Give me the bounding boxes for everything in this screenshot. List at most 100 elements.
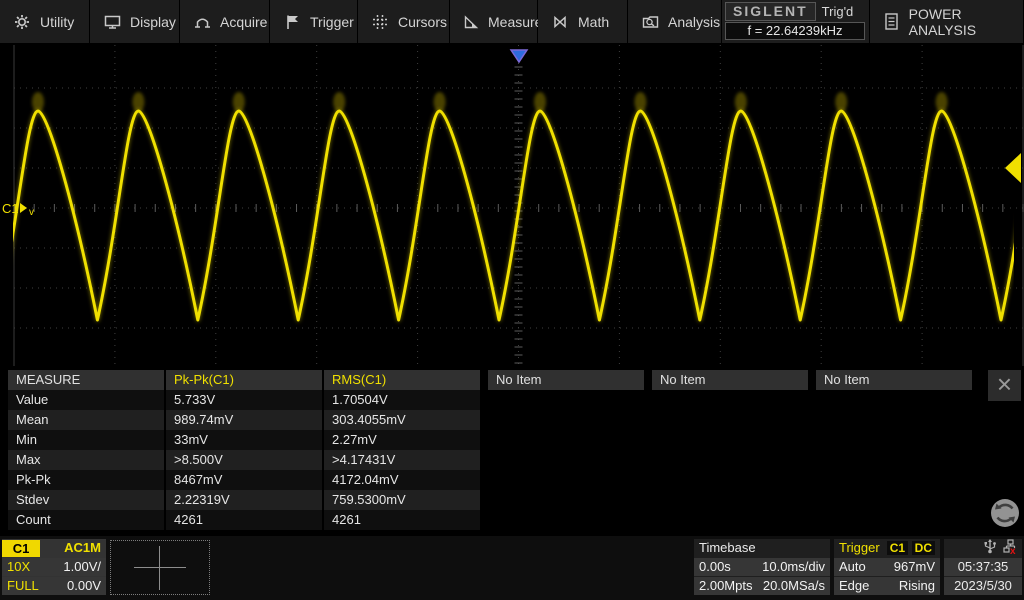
measure-header-cell[interactable]: Pk-Pk(C1) [166,370,322,390]
trigger-level: 967mV [893,559,935,574]
measure-row-mean: Mean 989.74mV 303.4055mV [0,410,1024,430]
crosshair-icon [134,567,186,568]
channel1-offset-sub-label: v [29,207,34,218]
bottom-status-bar: C1 AC1M 10X 1.00V/ FULL 0.00V Timebase 0… [0,536,1024,600]
measure-row-value: Value 5.733V 1.70504V [0,390,1024,410]
acquire-arch-icon [193,13,211,31]
measure-value-cell: 759.5300mV [324,490,480,510]
measure-value-cell: >4.17431V [324,450,480,470]
trigger-slope: Rising [898,578,935,593]
power-analysis-label: POWER ANALYSIS [908,5,977,38]
measure-row-label: Max [8,450,164,470]
measure-value-cell: 989.74mV [166,410,322,430]
lan-disconnected-icon: x [1003,539,1018,557]
measure-header-cell[interactable]: No Item [816,370,972,390]
menu-item-utility[interactable]: Utility [0,0,90,43]
menu-item-label: Analysis [668,13,721,30]
menu-item-label: Acquire [220,13,268,30]
siglent-logo: SIGLENT [725,2,816,21]
trigger-type: Edge [839,578,870,593]
channel1-bandwidth: FULL [7,578,39,593]
gear-icon [13,13,31,31]
trigger-coupling-badge: DC [911,541,935,555]
measure-row-pk-pk: Pk-Pk 8467mV 4172.04mV [0,470,1024,490]
measure-row-label: Pk-Pk [8,470,164,490]
measure-row-label: Count [8,510,164,530]
measure-header-cell[interactable]: MEASURE [8,370,164,390]
timebase-descriptor-box[interactable]: Timebase 0.00s 10.0ms/div 2.00Mpts 20.0M… [694,539,830,595]
channel1-offset-arrow-icon [20,203,27,213]
measure-row-stdev: Stdev 2.22319V 759.5300mV [0,490,1024,510]
flag-icon [283,13,301,31]
brand-block: SIGLENT Trig'd f = 22.64239kHz [722,0,870,43]
cursor-grid-icon [371,13,389,31]
channel1-offset-marker[interactable]: C1 v [2,201,34,218]
menu-item-label: Measure [488,13,543,30]
channel1-offset: 0.00V [67,578,101,593]
channel1-offset-label: C1 [2,201,19,216]
timebase-title: Timebase [699,540,756,555]
measure-row-max: Max >8.500V >4.17431V [0,450,1024,470]
frequency-counter-readout: f = 22.64239kHz [725,22,865,40]
measure-header-row: MEASURE Pk-Pk(C1) RMS(C1) No Item No Item No … [0,370,1024,390]
measure-header-cell[interactable]: No Item [488,370,644,390]
timebase-memory: 2.00Mpts [699,578,753,593]
measure-value-cell: 2.27mV [324,430,480,450]
measure-row-label: Stdev [8,490,164,510]
datetime-box[interactable]: x 05:37:35 2023/5/30 [944,539,1022,595]
menu-item-label: Cursors [398,13,448,30]
menu-item-measure[interactable]: Measure [450,0,542,43]
svg-text:x: x [1010,546,1016,554]
timebase-sample-rate: 20.0MSa/s [762,578,825,593]
menu-item-acquire[interactable]: Acquire [180,0,270,43]
menu-item-cursors[interactable]: Cursors [358,0,450,43]
menu-item-trigger[interactable]: Trigger [270,0,358,43]
trigger-source-badge: C1 [886,541,909,555]
trace-intensity-fuzz [32,92,948,112]
measure-row-label: Mean [8,410,164,430]
clock-time: 05:37:35 [957,559,1009,574]
close-icon[interactable]: × [988,370,1021,401]
menu-item-analysis[interactable]: Analysis [628,0,722,43]
top-menu-bar: Utility Display Acquire Trigger Cursors Measu… [0,0,1024,43]
channel1-trace [13,109,1014,322]
trigger-position-marker[interactable] [509,49,529,64]
menu-item-power-analysis[interactable]: POWER ANALYSIS [870,0,1024,43]
clock-date: 2023/5/30 [954,578,1012,593]
menu-item-math[interactable]: Math [538,0,628,43]
measure-value-cell: 1.70504V [324,390,480,410]
menu-item-display[interactable]: Display [90,0,180,43]
channel1-descriptor-box[interactable]: C1 AC1M 10X 1.00V/ FULL 0.00V [2,539,106,595]
measure-value-cell: >8.500V [166,450,322,470]
rotate-history-icon[interactable] [988,496,1022,530]
trigger-level-marker[interactable] [1005,153,1021,183]
delay-indicator-box[interactable] [110,540,210,595]
measure-value-cell: 4261 [166,510,322,530]
timebase-delay: 0.00s [699,559,731,574]
channel1-coupling: AC1M [64,540,101,555]
channel1-scale: 1.00V/ [63,559,101,574]
measure-row-label: Value [8,390,164,410]
channel1-probe: 10X [7,559,31,574]
timebase-scale: 10.0ms/div [762,559,825,574]
measure-header-cell[interactable]: No Item [652,370,808,390]
measure-value-cell: 4172.04mV [324,470,480,490]
set-square-icon [463,13,479,31]
clipboard-icon [883,13,900,31]
trigger-status-badge: Trig'd [821,4,854,19]
display-icon [103,13,121,31]
measure-value-cell: 4261 [324,510,480,530]
trigger-descriptor-box[interactable]: Trigger C1 DC Auto 967mV Edge Rising [834,539,940,595]
measure-value-cell: 303.4055mV [324,410,480,430]
menu-item-label: Trigger [310,13,354,30]
trigger-mode: Auto [839,559,866,574]
measure-header-cell[interactable]: RMS(C1) [324,370,480,390]
bowtie-icon [551,13,569,31]
trigger-title: Trigger [839,540,880,555]
measure-row-min: Min 33mV 2.27mV [0,430,1024,450]
menu-item-label: Math [578,13,610,30]
measure-value-cell: 5.733V [166,390,322,410]
measurement-panel: MEASURE Pk-Pk(C1) RMS(C1) No Item No Item No … [0,368,1024,534]
oscilloscope-screen: Utility Display Acquire Trigger Cursors Measu… [0,0,1024,600]
measure-value-cell: 33mV [166,430,322,450]
